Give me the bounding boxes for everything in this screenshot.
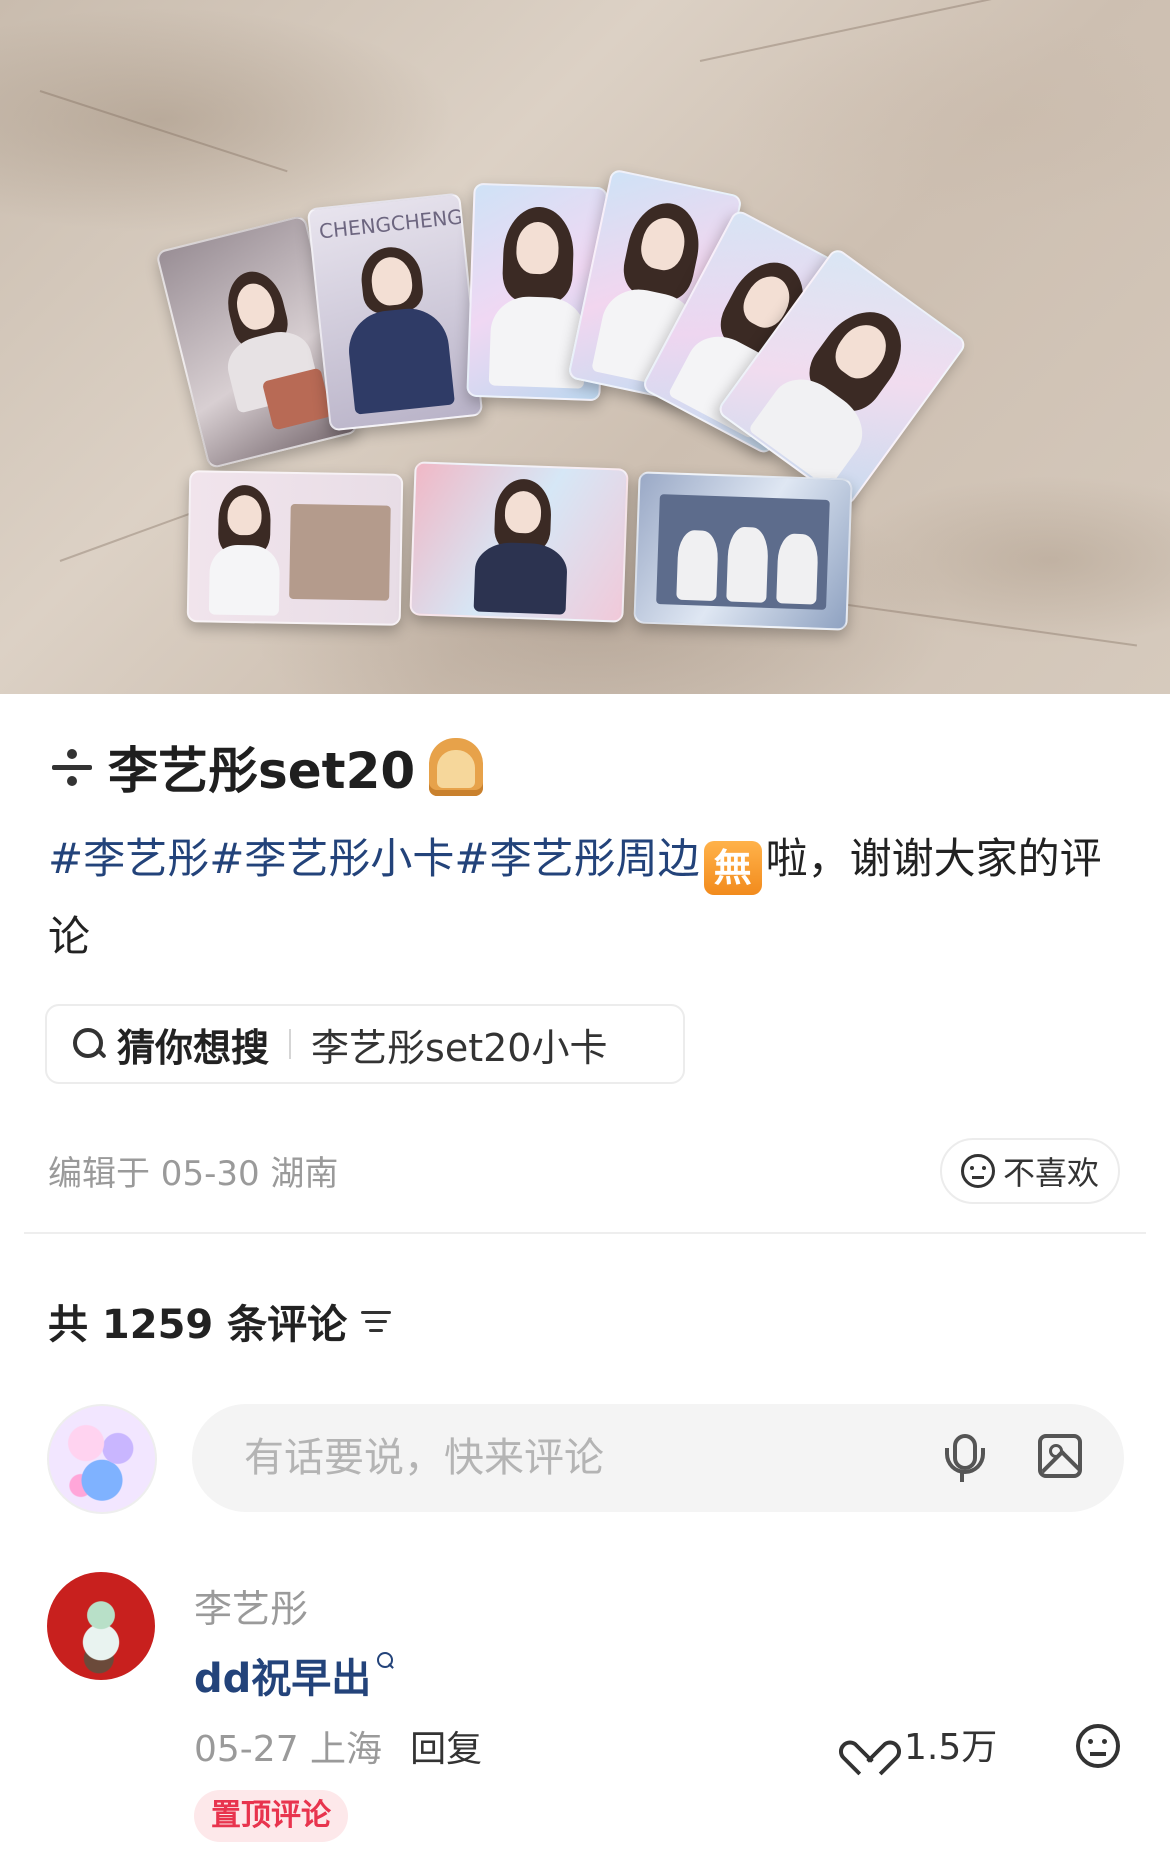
search-suggestion-label: 猜你想搜 — [117, 1025, 270, 1070]
commenter-avatar[interactable] — [47, 1572, 155, 1680]
like-button[interactable]: 1.5万 — [848, 1718, 997, 1770]
hashtag-link[interactable]: #李艺彤周边 — [454, 834, 699, 883]
marble-vein — [819, 600, 1138, 647]
comment-text: dd祝早出 — [194, 1646, 395, 1704]
bread-icon — [429, 738, 484, 796]
search-suggestion-term: 李艺彤set20小卡 — [311, 1025, 608, 1070]
image-icon[interactable] — [1038, 1434, 1082, 1478]
comment-date-location: 05-27 上海 — [194, 1729, 383, 1770]
separator — [289, 1029, 292, 1059]
edit-info: 编辑于 05-30 湖南 — [48, 1154, 339, 1194]
comment-count[interactable]: 共 1259 条评论 — [48, 1292, 395, 1350]
comment-text-content[interactable]: dd祝早出 — [194, 1646, 371, 1704]
microphone-icon[interactable] — [944, 1434, 985, 1484]
meh-face-icon — [960, 1154, 995, 1188]
search-suggestion-chip[interactable]: 猜你想搜 李艺彤set20小卡 — [45, 1004, 685, 1084]
comment-input-box[interactable] — [192, 1404, 1124, 1512]
search-icon — [73, 1028, 107, 1060]
comment-username[interactable]: 李艺彤 — [194, 1578, 308, 1633]
like-count: 1.5万 — [904, 1727, 998, 1768]
meh-face-icon[interactable] — [1076, 1724, 1120, 1768]
photo-card: CHENGCHENG — [306, 192, 484, 432]
reply-button[interactable]: 回复 — [410, 1720, 482, 1772]
post-image[interactable]: CHENGCHENG — [0, 0, 1170, 694]
marble-vein — [699, 0, 994, 62]
comment-input[interactable] — [242, 1434, 886, 1482]
post-description: #李艺彤#李艺彤小卡#李艺彤周边無啦，谢谢大家的评论 — [48, 820, 1128, 976]
photo-card — [186, 470, 404, 626]
divide-icon — [50, 745, 94, 789]
comment-meta: 05-27 上海 回复 — [194, 1720, 482, 1772]
hashtag-link[interactable]: #李艺彤小卡 — [209, 834, 454, 883]
dislike-button[interactable]: 不喜欢 — [940, 1138, 1120, 1204]
divider — [24, 1232, 1146, 1234]
photo-card — [409, 461, 629, 623]
marble-vein — [39, 90, 288, 173]
heart-icon — [848, 1724, 892, 1764]
wu-emoji-badge: 無 — [703, 841, 762, 895]
hashtag-link[interactable]: #李艺彤 — [48, 834, 209, 883]
search-icon[interactable] — [377, 1652, 395, 1670]
dislike-label: 不喜欢 — [1002, 1154, 1099, 1192]
pinned-comment-badge: 置顶评论 — [194, 1790, 348, 1842]
sort-filter-icon — [361, 1309, 395, 1333]
my-avatar — [47, 1404, 157, 1514]
post-title: 李艺彤set20 — [50, 732, 484, 802]
photo-card — [633, 471, 853, 631]
post-title-text: 李艺彤set20 — [108, 742, 416, 800]
comment-count-label: 共 1259 条评论 — [48, 1302, 348, 1348]
